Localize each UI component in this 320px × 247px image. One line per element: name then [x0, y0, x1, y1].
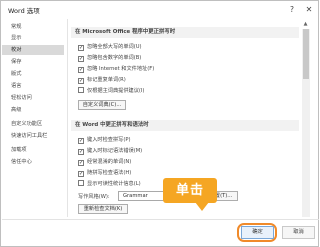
sidebar-item-save[interactable]: 保存	[2, 57, 64, 67]
checkbox-unchecked-icon[interactable]	[78, 180, 84, 186]
checkbox-checked-icon[interactable]: ✓	[78, 78, 84, 84]
checkbox-check-spelling-as-you-type[interactable]: ✓ 键入时检查拼写(P)	[78, 136, 131, 145]
callout-pointer	[195, 202, 209, 211]
dialog-title: Word 选项	[8, 7, 40, 15]
title-bar: Word 选项 ? ✕	[1, 1, 318, 19]
option-label: 经常混淆的单词(N)	[87, 159, 132, 165]
option-label: 标记重复单词(R)	[87, 77, 126, 83]
sidebar-item-add-ins[interactable]: 加载项	[2, 145, 64, 155]
checkbox-checked-icon[interactable]: ✓	[78, 56, 84, 62]
sidebar-item-accessibility[interactable]: 轻松访问	[2, 93, 64, 103]
checkbox-checked-icon[interactable]: ✓	[78, 171, 84, 177]
checkbox-checked-icon[interactable]: ✓	[78, 160, 84, 166]
option-label: 随拼写检查语法(H)	[87, 170, 132, 176]
option-label: 键入时标记语法错误(M)	[87, 148, 143, 154]
option-label: 忽略包含数字的单词(B)	[87, 55, 142, 61]
option-label: 忽略 Internet 和文件地址(F)	[87, 66, 155, 72]
sidebar-item-general[interactable]: 常规	[2, 22, 64, 32]
checkbox-mark-grammar-errors[interactable]: ✓ 键入时标记语法错误(M)	[78, 147, 142, 156]
recheck-document-button[interactable]: 重新检查文档(K)	[78, 204, 128, 214]
checkbox-ignore-internet-addresses[interactable]: ✓ 忽略 Internet 和文件地址(F)	[78, 65, 154, 74]
checkbox-show-readability-statistics[interactable]: 显示可读性统计信息(L)	[78, 180, 141, 189]
option-label: 仅根据主词典提供建议(I)	[87, 88, 145, 94]
word-options-dialog: Word 选项 ? ✕ 常规 显示 校对 保存 版式 语言 轻松访问 高级 自定…	[0, 0, 319, 247]
option-label: 显示可读性统计信息(L)	[87, 181, 141, 187]
sidebar-item-customize-ribbon[interactable]: 自定义功能区	[2, 119, 64, 129]
custom-dictionaries-button[interactable]: 自定义词典(C)...	[78, 100, 126, 110]
click-callout: 单击	[163, 178, 217, 203]
sidebar-item-language[interactable]: 语言	[2, 81, 64, 91]
checkbox-frequently-confused-words[interactable]: ✓ 经常混淆的单词(N)	[78, 158, 131, 167]
checkbox-checked-icon[interactable]: ✓	[78, 149, 84, 155]
checkbox-checked-icon[interactable]: ✓	[78, 67, 84, 73]
close-button[interactable]: ✕	[303, 4, 315, 16]
office-section-heading: 在 Microsoft Office 程序中更正拼写时	[71, 27, 299, 38]
scrollbar[interactable]	[302, 29, 310, 217]
sidebar-item-trust-center[interactable]: 信任中心	[2, 157, 64, 167]
checkbox-check-grammar-with-spelling[interactable]: ✓ 随拼写检查语法(H)	[78, 169, 131, 178]
sidebar: 常规 显示 校对 保存 版式 语言 轻松访问 高级 自定义功能区 快速访问工具栏…	[2, 19, 66, 219]
checkbox-ignore-numbers[interactable]: ✓ 忽略包含数字的单词(B)	[78, 54, 141, 63]
writing-style-value: Grammar	[123, 193, 148, 199]
checkbox-checked-icon[interactable]: ✓	[78, 45, 84, 51]
help-button[interactable]: ?	[286, 4, 298, 16]
checkbox-main-dictionary-only[interactable]: 仅根据主词典提供建议(I)	[78, 87, 144, 96]
cancel-button[interactable]: 取消	[282, 226, 315, 239]
checkbox-unchecked-icon[interactable]	[78, 87, 84, 93]
ok-button[interactable]: 确定	[241, 226, 274, 239]
checkbox-checked-icon[interactable]: ✓	[78, 138, 84, 144]
checkbox-flag-repeated-words[interactable]: ✓ 标记重复单词(R)	[78, 76, 126, 85]
option-label: 忽略全部大写的单词(U)	[87, 44, 142, 50]
footer-divider	[2, 219, 319, 220]
option-label: 键入时检查拼写(P)	[87, 137, 131, 143]
sidebar-item-layout[interactable]: 版式	[2, 69, 64, 79]
word-section-heading: 在 Word 中更正拼写和语法时	[71, 120, 299, 131]
scroll-up-arrow-icon[interactable]: ▲	[300, 19, 310, 29]
sidebar-item-display[interactable]: 显示	[2, 33, 64, 43]
scroll-thumb[interactable]	[303, 29, 309, 79]
sidebar-item-proofing[interactable]: 校对	[2, 45, 64, 55]
checkbox-ignore-uppercase[interactable]: ✓ 忽略全部大写的单词(U)	[78, 43, 142, 52]
sidebar-item-quick-access-toolbar[interactable]: 快速访问工具栏	[2, 131, 64, 141]
writing-style-label: 写作风格(W):	[78, 194, 110, 200]
sidebar-item-advanced[interactable]: 高级	[2, 105, 64, 115]
